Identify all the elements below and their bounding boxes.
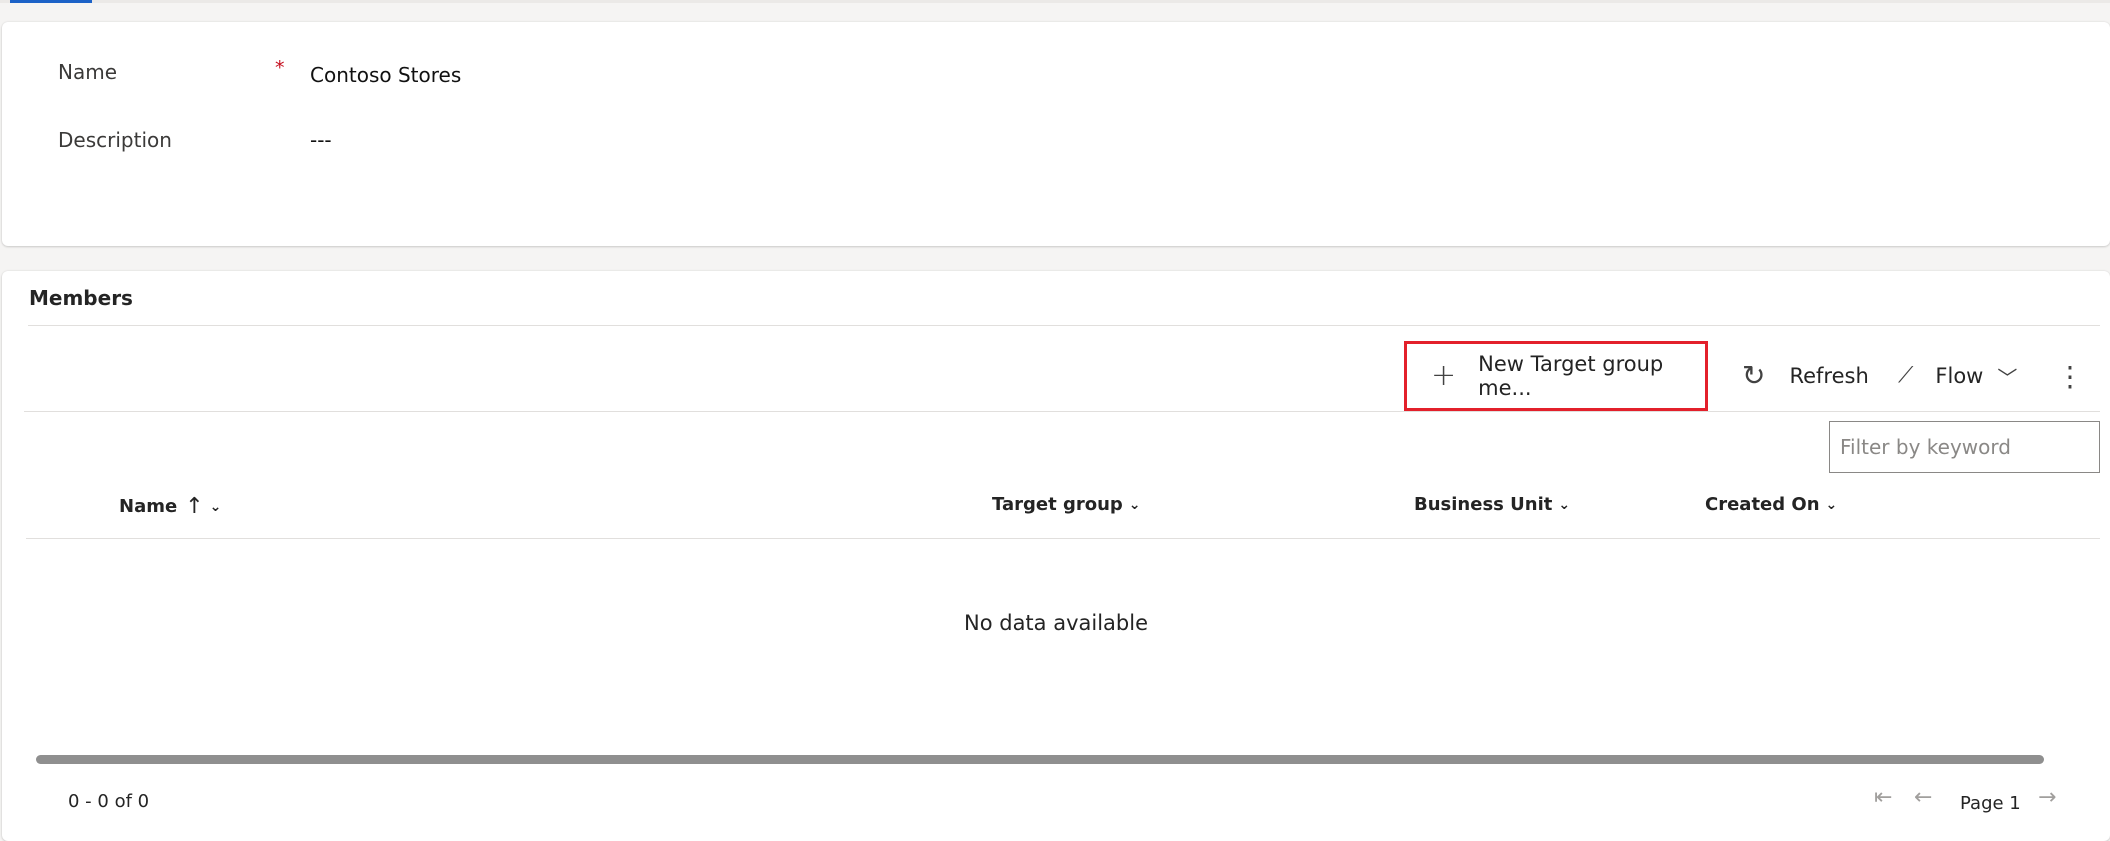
column-header-label: Created On: [1705, 494, 1820, 515]
column-header-label: Target group: [992, 494, 1123, 515]
sort-ascending-icon: ↑: [185, 494, 204, 519]
chevron-down-icon: ⌄: [1825, 496, 1838, 513]
first-page-icon[interactable]: ⇤: [1874, 785, 1892, 810]
column-header-created-on[interactable]: Created On ⌄: [1705, 494, 1837, 515]
column-header-label: Business Unit: [1414, 494, 1553, 515]
name-label: Name: [58, 60, 118, 84]
members-section: Members + New Target group me... ↻ Refre…: [2, 271, 2110, 841]
chevron-down-icon: ⌄: [1558, 496, 1571, 513]
description-label: Description: [58, 128, 172, 152]
plus-icon: +: [1431, 358, 1457, 393]
new-target-group-member-button[interactable]: + New Target group me...: [1404, 341, 1708, 411]
flow-button[interactable]: ⟋ Flow ﹀: [1898, 341, 2017, 411]
title-divider: [28, 325, 2100, 326]
column-header-target-group[interactable]: Target group ⌄: [992, 494, 1141, 515]
filter-by-keyword-input[interactable]: [1829, 421, 2100, 473]
name-field[interactable]: Contoso Stores: [310, 63, 461, 87]
chevron-down-icon: ﹀: [1997, 365, 2018, 390]
flow-icon: ⟋: [1898, 363, 1914, 388]
members-title: Members: [29, 286, 133, 310]
column-header-business-unit[interactable]: Business Unit ⌄: [1414, 494, 1570, 515]
more-commands-button[interactable]: ⋮: [2056, 341, 2084, 411]
description-field[interactable]: ---: [310, 128, 332, 152]
more-vertical-icon: ⋮: [2056, 359, 2084, 393]
empty-grid-message: No data available: [964, 611, 1148, 635]
column-header-label: Name: [119, 496, 178, 517]
horizontal-scrollbar[interactable]: [36, 755, 2044, 764]
refresh-button-label: Refresh: [1789, 364, 1869, 388]
column-header-name[interactable]: Name ↑ ⌄: [119, 494, 221, 519]
next-page-icon[interactable]: →: [2038, 785, 2056, 810]
flow-button-label: Flow: [1935, 364, 1984, 388]
new-button-label: New Target group me...: [1478, 352, 1664, 400]
active-tab-indicator: [10, 0, 92, 3]
refresh-button[interactable]: ↻ Refresh: [1742, 341, 1869, 411]
toolbar-divider: [24, 411, 2100, 412]
required-indicator: *: [275, 57, 285, 79]
top-tab-strip: [0, 0, 2110, 3]
general-section: Name * Contoso Stores Description ---: [2, 22, 2110, 246]
record-count: 0 - 0 of 0: [68, 791, 150, 812]
refresh-icon: ↻: [1742, 359, 1766, 392]
chevron-down-icon: ⌄: [209, 498, 222, 515]
page-indicator: Page 1: [1960, 793, 2021, 814]
previous-page-icon[interactable]: ←: [1914, 785, 1932, 810]
chevron-down-icon: ⌄: [1128, 496, 1141, 513]
header-divider: [26, 538, 2100, 539]
